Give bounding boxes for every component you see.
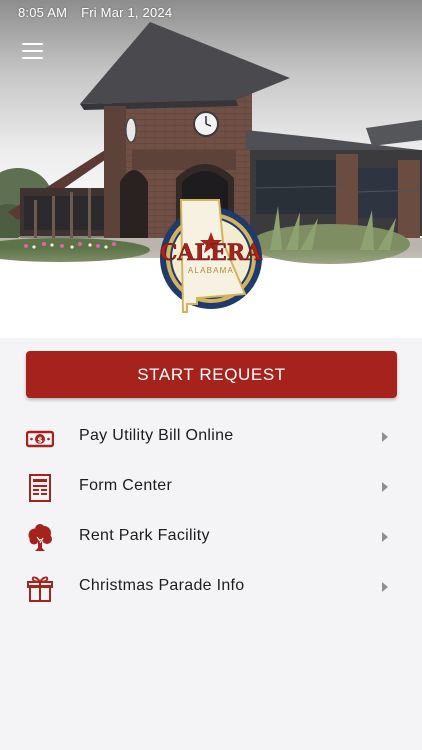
- menu-item-label: Christmas Parade Info: [79, 577, 245, 594]
- menu-list: $ Pay Utility Bill Online Form Center Re…: [0, 412, 422, 612]
- chevron-right-icon: [382, 582, 388, 592]
- gift-icon: [27, 576, 53, 602]
- chevron-right-icon: [382, 532, 388, 542]
- money-bill-icon: $: [26, 430, 54, 448]
- tree-icon: [28, 524, 52, 551]
- menu-item-label: Rent Park Facility: [79, 527, 210, 544]
- status-bar: 8:05 AM Fri Mar 1, 2024: [0, 0, 422, 24]
- menu-item-form-center[interactable]: Form Center: [0, 462, 422, 512]
- logo-city-text: CALERA: [160, 240, 263, 266]
- logo-state-text: ALABAMA: [188, 266, 234, 275]
- svg-text:$: $: [37, 436, 43, 445]
- form-document-icon: [29, 474, 51, 502]
- chevron-right-icon: [382, 482, 388, 492]
- status-date: Fri Mar 1, 2024: [81, 4, 173, 20]
- status-time: 8:05 AM: [18, 4, 68, 20]
- chevron-right-icon: [382, 432, 388, 442]
- menu-item-label: Form Center: [79, 477, 173, 494]
- menu-item-christmas-parade-info[interactable]: Christmas Parade Info: [0, 562, 422, 612]
- menu-item-rent-park-facility[interactable]: Rent Park Facility: [0, 512, 422, 562]
- menu-item-pay-utility-bill[interactable]: $ Pay Utility Bill Online: [0, 412, 422, 462]
- start-request-button[interactable]: START REQUEST: [26, 351, 397, 398]
- calera-logo: CALERA ALABAMA: [160, 199, 263, 313]
- menu-item-label: Pay Utility Bill Online: [79, 427, 234, 444]
- hamburger-menu-icon[interactable]: [20, 40, 46, 62]
